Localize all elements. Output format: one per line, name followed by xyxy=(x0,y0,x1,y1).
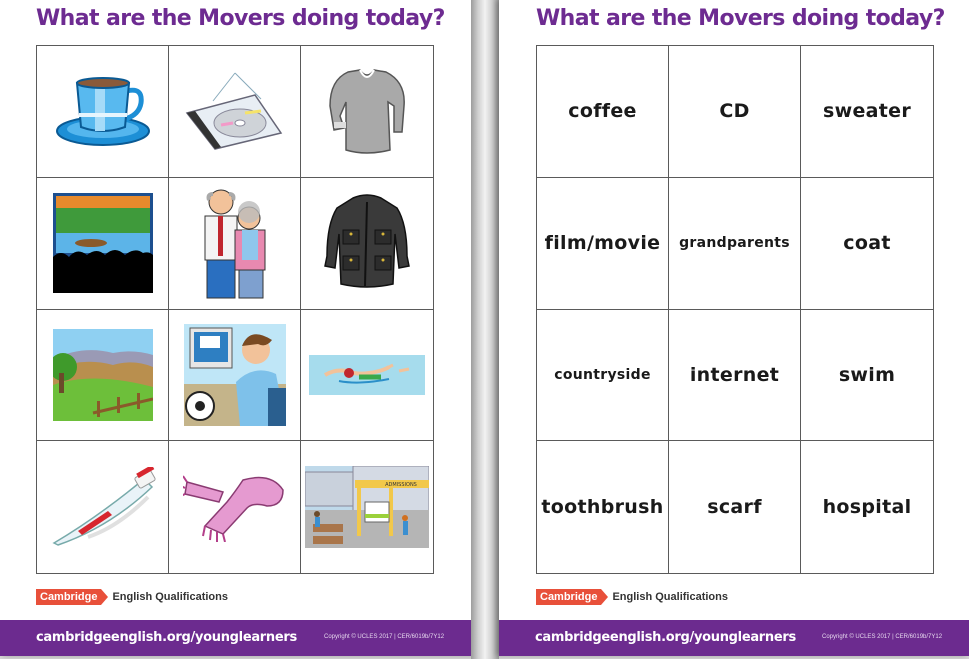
footer-copyright: Copyright © UCLES 2017 | CER/6019b/7Y12 xyxy=(324,634,445,640)
word-card: hospital xyxy=(801,441,933,573)
internet-icon xyxy=(183,323,286,426)
footer-bar: cambridgeenglish.org/younglearners Copyr… xyxy=(0,620,471,656)
picture-card-page: What are the Movers doing today? ADMISSI… xyxy=(0,0,471,656)
picture-card xyxy=(301,178,433,310)
word-card: coat xyxy=(801,178,933,310)
word-card: toothbrush xyxy=(537,441,669,573)
word-card: swim xyxy=(801,310,933,442)
word-card-label: CD xyxy=(719,100,750,123)
cd-icon xyxy=(185,73,282,151)
coffee-cup-icon xyxy=(55,77,150,147)
word-card-label: coat xyxy=(843,232,891,255)
word-card-label: grandparents xyxy=(679,235,790,252)
cambridge-brand-tag: Cambridge xyxy=(536,589,609,605)
picture-card xyxy=(169,177,301,310)
word-card: scarf xyxy=(669,441,801,573)
footer-bar: cambridgeenglish.org/younglearners Copyr… xyxy=(499,620,969,656)
footer-url-link[interactable]: cambridgeenglish.org/younglearners xyxy=(36,630,297,645)
word-card: countryside xyxy=(537,309,669,442)
word-card-label: scarf xyxy=(707,496,762,519)
picture-card-grid: ADMISSIONS xyxy=(36,45,434,574)
picture-card xyxy=(301,46,433,178)
picture-card xyxy=(37,309,169,442)
picture-card xyxy=(169,309,301,442)
grandparents-icon xyxy=(204,189,265,299)
page-title: What are the Movers doing today? xyxy=(36,6,445,31)
logo-tagline: English Qualifications xyxy=(112,591,228,603)
book-spine xyxy=(471,0,499,659)
word-card-label: film/movie xyxy=(544,232,661,255)
hospital-icon: ADMISSIONS xyxy=(305,466,429,549)
word-card: sweater xyxy=(801,46,933,178)
page-title: What are the Movers doing today? xyxy=(536,6,945,31)
cambridge-brand-tag: Cambridge xyxy=(36,589,109,605)
countryside-icon xyxy=(52,328,153,421)
hospital-sign: ADMISSIONS xyxy=(385,482,417,488)
picture-card xyxy=(169,46,301,178)
word-card-page: What are the Movers doing today? coffee … xyxy=(499,0,969,656)
word-card-label: hospital xyxy=(822,496,912,519)
sweater-icon xyxy=(329,69,405,155)
logo-tagline: English Qualifications xyxy=(612,591,728,603)
swim-icon xyxy=(309,354,425,395)
film-icon xyxy=(52,193,153,294)
picture-card xyxy=(37,441,169,573)
footer-copyright: Copyright © UCLES 2017 | CER/6019b/7Y12 xyxy=(822,634,943,640)
cambridge-logo: Cambridge English Qualifications xyxy=(36,589,228,605)
footer-url-link[interactable]: cambridgeenglish.org/younglearners xyxy=(535,630,796,645)
picture-card: ADMISSIONS xyxy=(301,441,433,573)
word-card-label: sweater xyxy=(822,100,911,123)
word-card: grandparents xyxy=(669,177,801,310)
word-card-label: internet xyxy=(689,363,780,386)
coat-icon xyxy=(324,194,410,288)
scarf-icon xyxy=(182,475,284,543)
word-card: CD xyxy=(669,46,801,178)
word-card-grid: coffee CD sweater film/movie grandparent… xyxy=(536,45,934,574)
word-card-label: toothbrush xyxy=(541,496,664,519)
word-card-label: coffee xyxy=(568,100,637,123)
picture-card xyxy=(169,441,301,573)
picture-card xyxy=(37,177,169,310)
picture-card xyxy=(37,46,169,178)
word-card-label: countryside xyxy=(554,366,651,383)
toothbrush-icon xyxy=(51,467,156,546)
word-card: internet xyxy=(669,309,801,442)
word-card-label: swim xyxy=(838,363,896,386)
cambridge-logo: Cambridge English Qualifications xyxy=(536,589,728,605)
word-card: coffee xyxy=(537,46,669,178)
picture-card xyxy=(301,310,433,442)
word-card: film/movie xyxy=(537,177,669,310)
